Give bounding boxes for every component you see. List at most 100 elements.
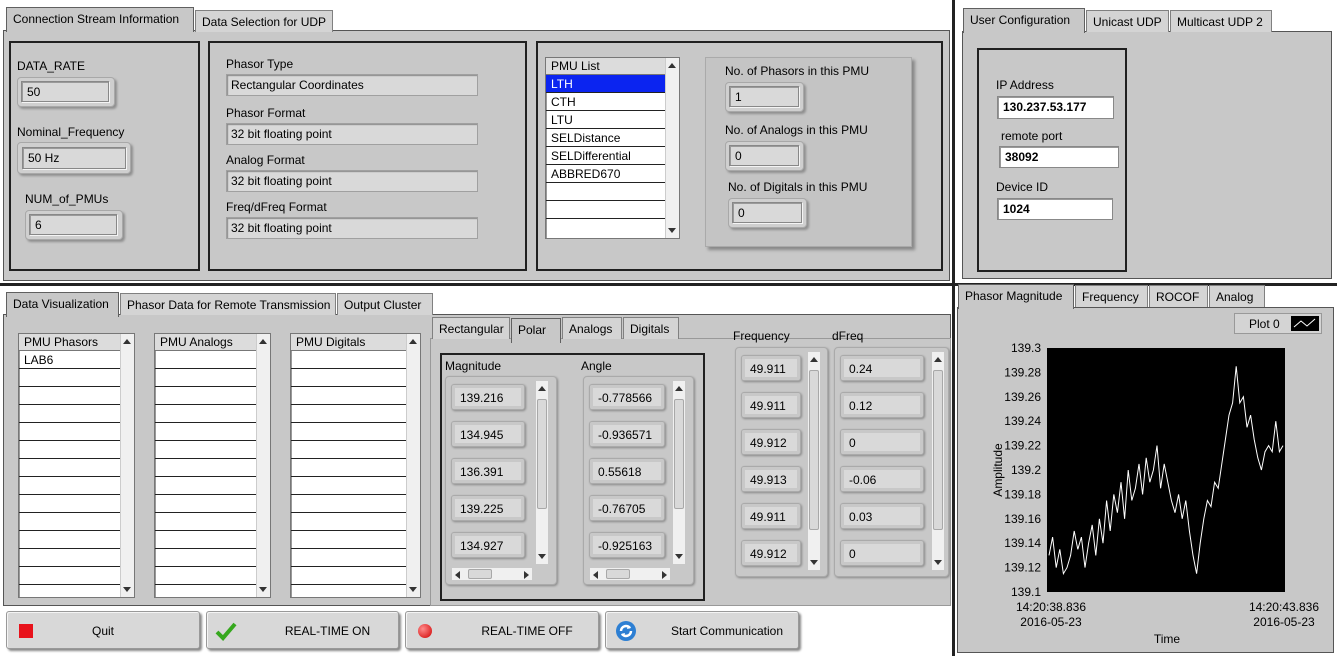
scroll-thumb[interactable] (468, 569, 492, 579)
scroll-left-icon[interactable] (455, 571, 460, 579)
pmu-phasors-scrollbar[interactable] (120, 334, 134, 597)
scroll-up-icon[interactable] (409, 339, 417, 344)
scroll-up-icon[interactable] (538, 386, 546, 391)
ip-address-input[interactable]: 130.237.53.177 (997, 96, 1114, 119)
scroll-up-icon[interactable] (934, 357, 942, 362)
list-item[interactable]: CTH (546, 93, 665, 111)
pmu-phasors-list[interactable]: PMU Phasors LAB6 (18, 333, 135, 598)
scroll-down-icon[interactable] (409, 587, 417, 592)
dfreq-vscroll[interactable] (931, 351, 945, 571)
list-item[interactable]: SELDifferential (546, 147, 665, 165)
list-item (19, 405, 120, 423)
scroll-thumb[interactable] (606, 569, 630, 579)
tab-digitals[interactable]: Digitals (623, 317, 679, 339)
pmu-list-scrollbar[interactable] (665, 58, 679, 238)
tab-analog[interactable]: Analog (1209, 285, 1265, 307)
dfreq-value: 0.24 (840, 355, 924, 381)
scroll-thumb[interactable] (674, 399, 684, 509)
pmu-list[interactable]: PMU List LTH CTH LTU SELDistance SELDiff… (545, 57, 680, 239)
legend-line-icon (1291, 316, 1319, 331)
scroll-up-icon[interactable] (668, 63, 676, 68)
list-item[interactable]: LTU (546, 111, 665, 129)
scroll-down-icon[interactable] (668, 228, 676, 233)
scroll-down-icon[interactable] (259, 587, 267, 592)
list-item (155, 531, 256, 549)
angle-vscroll[interactable] (672, 380, 686, 565)
scroll-up-icon[interactable] (259, 339, 267, 344)
list-item (291, 459, 406, 477)
ip-address-label: IP Address (996, 78, 1054, 92)
tab-frequency[interactable]: Frequency (1075, 285, 1148, 307)
list-item[interactable]: LAB6 (19, 351, 120, 369)
start-communication-button[interactable]: Start Communication (605, 611, 799, 649)
tab-polar[interactable]: Polar (511, 318, 561, 343)
scroll-thumb[interactable] (933, 370, 943, 530)
magnitude-hscroll[interactable] (451, 567, 533, 581)
scroll-right-icon[interactable] (662, 571, 667, 579)
list-item (19, 477, 120, 495)
nominal-frequency-label: Nominal_Frequency (17, 125, 125, 139)
list-item (291, 567, 406, 585)
magnitude-value: 134.927 (451, 532, 525, 558)
tab-multicast-udp[interactable]: Multicast UDP 2 (1170, 10, 1272, 32)
list-item (19, 513, 120, 531)
tab-rocof[interactable]: ROCOF (1149, 285, 1208, 307)
list-item (155, 495, 256, 513)
real-time-off-button[interactable]: REAL-TIME OFF (405, 611, 599, 649)
x-end-date: 2016-05-23 (1253, 615, 1315, 629)
scroll-down-icon[interactable] (675, 554, 683, 559)
pmu-digitals-scrollbar[interactable] (406, 334, 420, 597)
scroll-down-icon[interactable] (934, 560, 942, 565)
scroll-thumb[interactable] (809, 370, 819, 530)
tab-phasor-remote[interactable]: Phasor Data for Remote Transmission (120, 293, 336, 315)
scroll-up-icon[interactable] (675, 386, 683, 391)
list-item[interactable]: ABBRED670 (546, 165, 665, 183)
scroll-down-icon[interactable] (123, 587, 131, 592)
list-item (19, 549, 120, 567)
scroll-down-icon[interactable] (810, 560, 818, 565)
tab-phasor-magnitude[interactable]: Phasor Magnitude (958, 284, 1074, 309)
pmu-analogs-list[interactable]: PMU Analogs (154, 333, 271, 598)
scroll-up-icon[interactable] (810, 357, 818, 362)
magnitude-vscroll[interactable] (535, 380, 549, 565)
list-item (155, 513, 256, 531)
tab-rectangular[interactable]: Rectangular (432, 317, 510, 339)
tab-data-visualization[interactable]: Data Visualization (6, 292, 119, 317)
y-tick-label: 139.2 (1011, 463, 1041, 477)
list-item (155, 477, 256, 495)
list-item[interactable]: SELDistance (546, 129, 665, 147)
remote-port-input[interactable]: 38092 (999, 146, 1119, 168)
list-item (291, 531, 406, 549)
device-id-input[interactable]: 1024 (997, 198, 1113, 220)
angle-hscroll[interactable] (589, 567, 671, 581)
list-item (291, 423, 406, 441)
scroll-right-icon[interactable] (524, 571, 529, 579)
tab-analogs[interactable]: Analogs (562, 317, 622, 339)
list-item[interactable]: LTH (546, 75, 665, 93)
tab-user-configuration[interactable]: User Configuration (963, 8, 1085, 33)
real-time-on-button[interactable]: REAL-TIME ON (206, 611, 399, 649)
tab-output-cluster[interactable]: Output Cluster (337, 293, 433, 315)
tab-data-selection-udp[interactable]: Data Selection for UDP (195, 10, 333, 32)
tab-connection-stream[interactable]: Connection Stream Information (6, 7, 194, 32)
angle-value: -0.925163 (589, 532, 665, 558)
pmu-digitals-list[interactable]: PMU Digitals (290, 333, 421, 598)
scroll-left-icon[interactable] (593, 571, 598, 579)
x-end-time: 14:20:43.836 (1249, 600, 1319, 614)
analog-format-label: Analog Format (226, 153, 305, 167)
frequency-vscroll[interactable] (807, 351, 821, 571)
list-item (155, 459, 256, 477)
plot-legend[interactable]: Plot 0 (1234, 313, 1322, 334)
list-item (155, 387, 256, 405)
scroll-up-icon[interactable] (123, 339, 131, 344)
dfreq-value: 0 (840, 540, 924, 566)
scroll-down-icon[interactable] (538, 554, 546, 559)
quit-button[interactable]: Quit (6, 611, 200, 649)
scroll-thumb[interactable] (537, 399, 547, 509)
x-start-date: 2016-05-23 (1020, 615, 1082, 629)
tab-unicast-udp[interactable]: Unicast UDP (1086, 10, 1169, 32)
dfreq-value: 0.12 (840, 392, 924, 418)
pmu-analogs-scrollbar[interactable] (256, 334, 270, 597)
freq-format-label: Freq/dFreq Format (226, 200, 327, 214)
list-item (291, 369, 406, 387)
